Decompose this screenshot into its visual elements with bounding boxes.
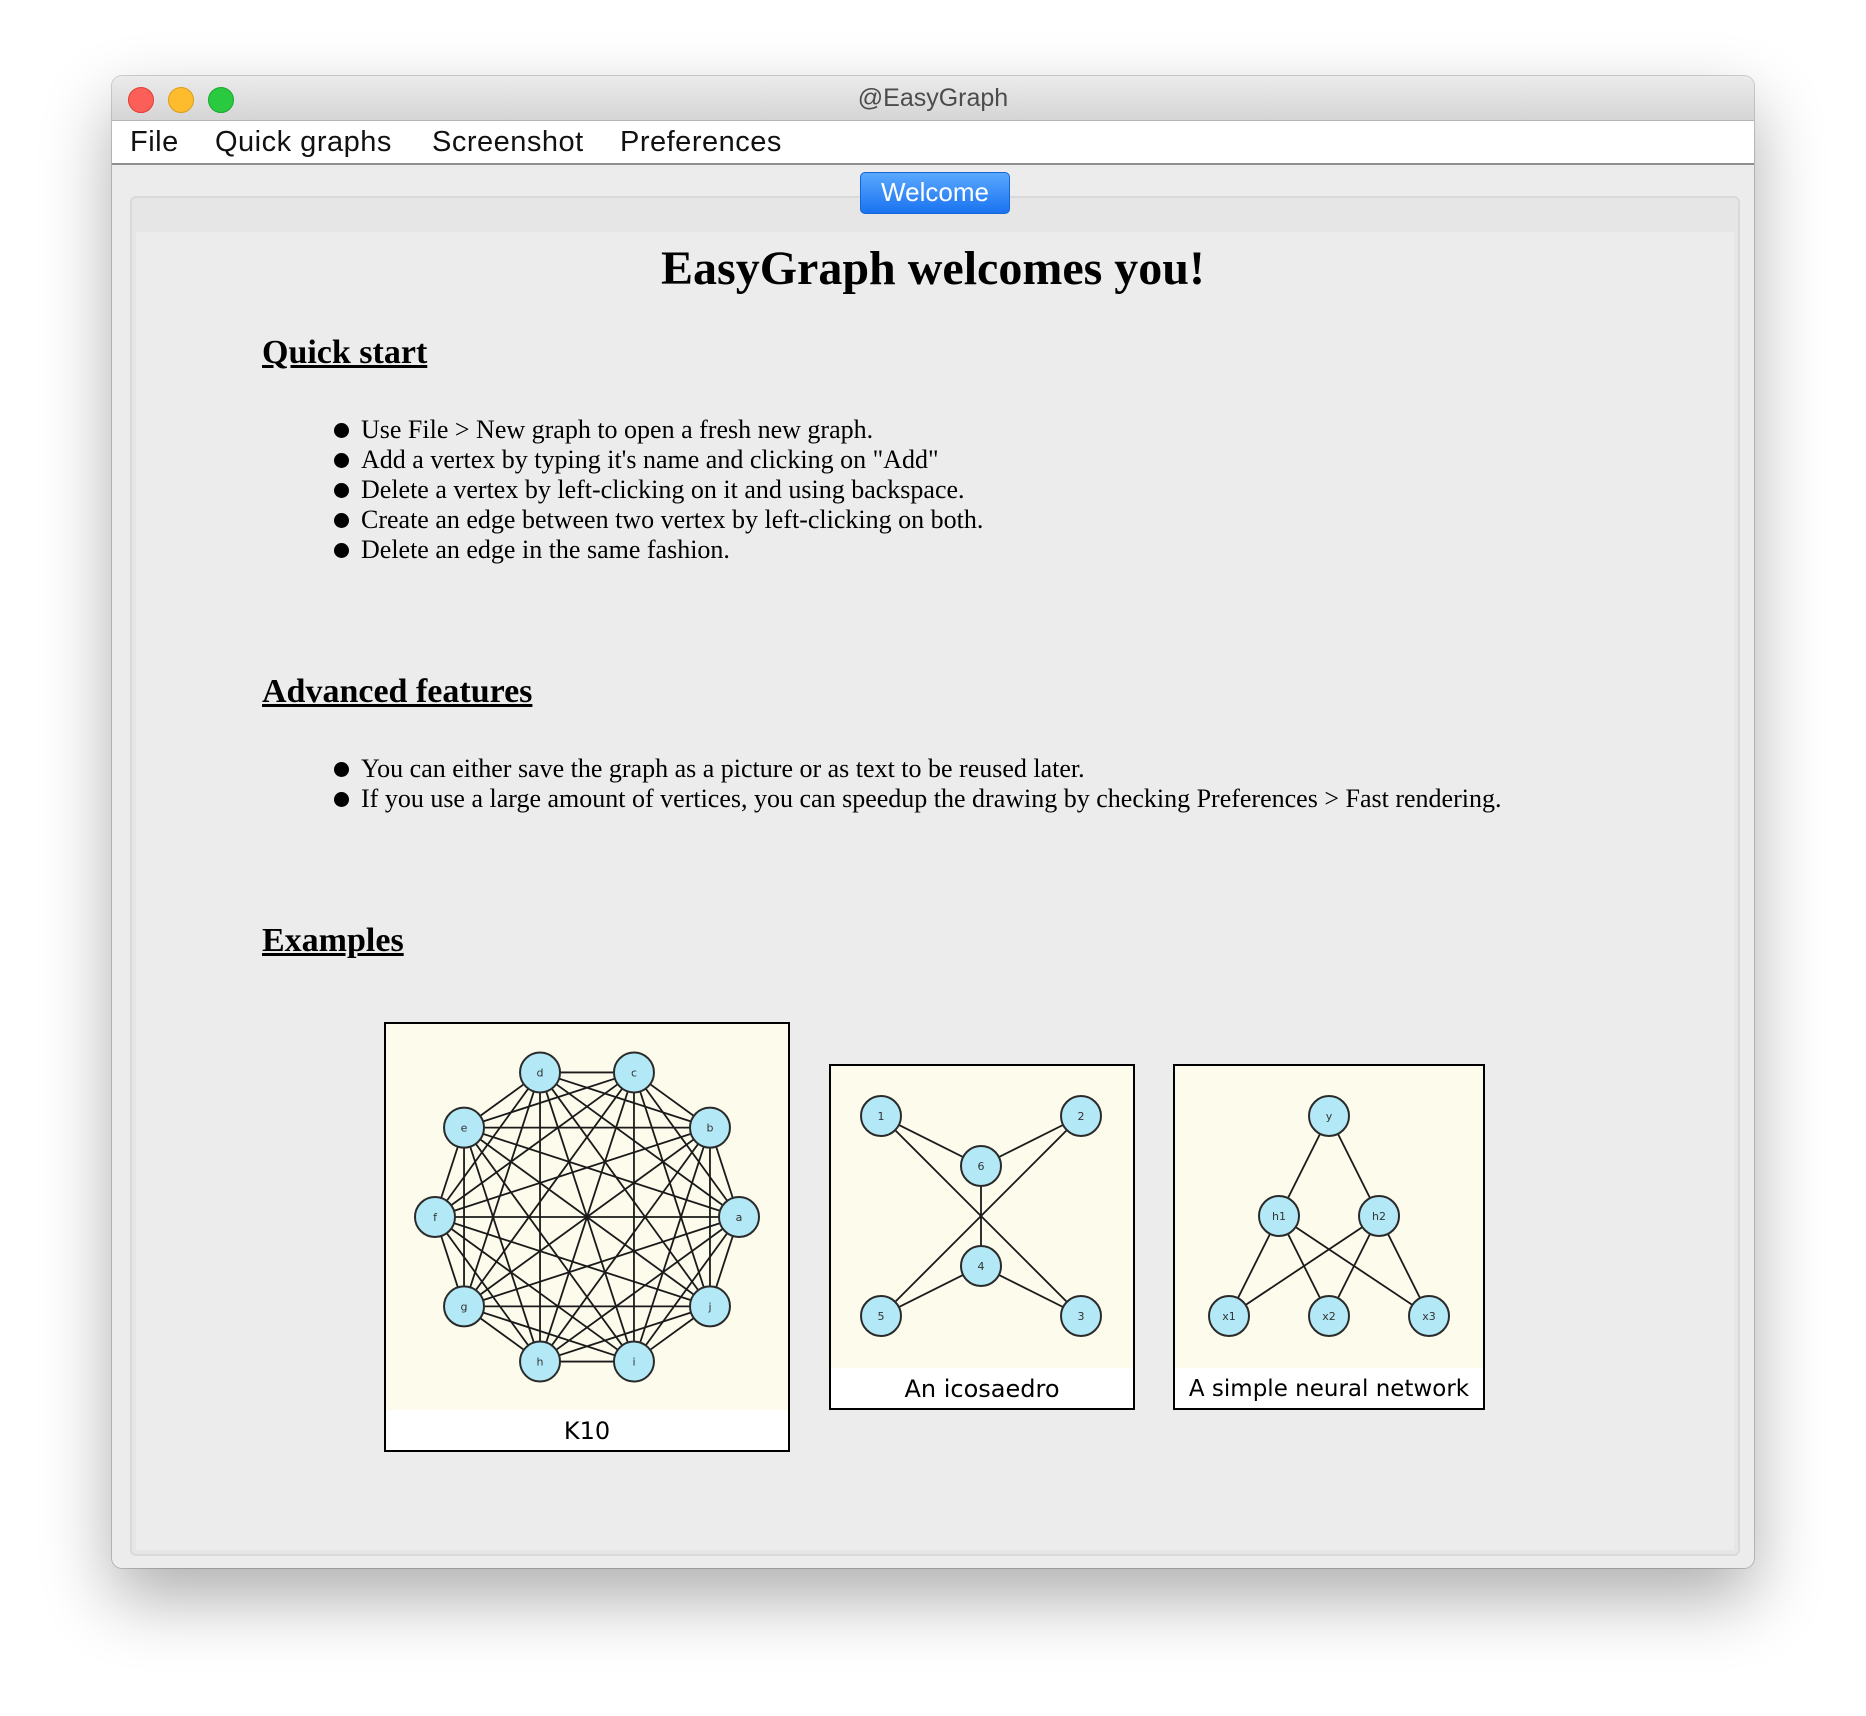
- menu-screenshot[interactable]: Screenshot: [432, 126, 584, 159]
- advanced-features-list: You can either save the graph as a pictu…: [334, 754, 1501, 814]
- list-item: Delete a vertex by left-clicking on it a…: [334, 475, 983, 505]
- menu-file[interactable]: File: [130, 126, 179, 159]
- icosaedro-graph: 1 2 6 4 5 3: [831, 1066, 1133, 1368]
- app-window: @EasyGraph File Quick graphs Screenshot …: [112, 76, 1754, 1568]
- advanced-features-heading: Advanced features: [262, 673, 533, 710]
- list-item: Create an edge between two vertex by lef…: [334, 505, 983, 535]
- title-bar: @EasyGraph: [112, 76, 1754, 121]
- quick-start-list: Use File > New graph to open a fresh new…: [334, 415, 983, 565]
- graph-node-label: d: [537, 1066, 544, 1079]
- examples-heading: Examples: [262, 922, 404, 959]
- example-k10[interactable]: abcdefghij K10: [384, 1022, 790, 1452]
- graph-node-label: b: [706, 1122, 713, 1135]
- list-item: Add a vertex by typing it's name and cli…: [334, 445, 983, 475]
- graph-node-label: h1: [1272, 1210, 1286, 1223]
- graph-node-label: 4: [978, 1260, 985, 1273]
- graph-node-label: 3: [1078, 1310, 1085, 1323]
- graph-node-label: i: [632, 1356, 635, 1369]
- graph-node-label: a: [736, 1211, 743, 1224]
- window-title: @EasyGraph: [857, 84, 1009, 112]
- menu-preferences[interactable]: Preferences: [620, 126, 782, 159]
- graph-node-label: h2: [1372, 1210, 1386, 1223]
- graph-node-label: 1: [878, 1110, 885, 1123]
- graph-node-label: j: [707, 1300, 711, 1313]
- graph-node-label: x2: [1322, 1310, 1336, 1323]
- example-caption: K10: [563, 1417, 611, 1445]
- quick-start-heading: Quick start: [262, 334, 428, 371]
- menu-quick-graphs[interactable]: Quick graphs: [215, 126, 392, 159]
- graph-node-label: h: [537, 1356, 544, 1369]
- list-item: Use File > New graph to open a fresh new…: [334, 415, 983, 445]
- menu-bar: File Quick graphs Screenshot Preferences: [112, 121, 1754, 165]
- graph-node-label: x1: [1222, 1310, 1236, 1323]
- list-item: Delete an edge in the same fashion.: [334, 535, 983, 565]
- example-neural-network[interactable]: y h1 h2 x1 x2 x3 A simple neural network: [1173, 1064, 1485, 1410]
- graph-node-label: 6: [978, 1160, 985, 1173]
- example-icosaedro[interactable]: 1 2 6 4 5 3 An icosaedro: [829, 1064, 1135, 1410]
- list-item: You can either save the graph as a pictu…: [334, 754, 1501, 784]
- graph-node-label: y: [1326, 1110, 1333, 1123]
- graph-node-label: g: [461, 1300, 468, 1313]
- graph-node-label: x3: [1422, 1310, 1436, 1323]
- graph-node-label: c: [631, 1066, 637, 1079]
- neural-network-graph: y h1 h2 x1 x2 x3: [1175, 1066, 1483, 1368]
- example-caption: An icosaedro: [904, 1375, 1060, 1403]
- k10-graph: abcdefgh ij: [386, 1024, 788, 1410]
- graph-node-label: e: [461, 1122, 468, 1135]
- list-item: If you use a large amount of vertices, y…: [334, 784, 1501, 814]
- page-title: EasyGraph welcomes you!: [661, 242, 1205, 295]
- graph-node-label: 2: [1078, 1110, 1085, 1123]
- example-caption: A simple neural network: [1188, 1376, 1470, 1402]
- tab-welcome[interactable]: Welcome: [860, 172, 1010, 214]
- graph-node-label: 5: [878, 1310, 885, 1323]
